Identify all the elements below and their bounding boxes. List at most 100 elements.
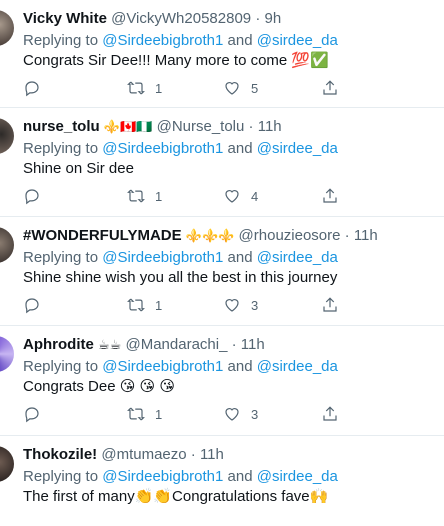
timestamp[interactable]: 11h [258, 118, 282, 135]
tweet-text: Congrats Dee 😘 😘 😘 [23, 378, 175, 395]
retweet-button[interactable]: 1 [127, 295, 162, 315]
tweet[interactable]: Vicky White @VickyWh20582809 · 9h Replyi… [0, 0, 444, 108]
avatar[interactable] [0, 118, 14, 154]
like-button[interactable]: 3 [223, 404, 258, 424]
display-name[interactable]: Thokozile! [23, 446, 97, 463]
tweet-actions: 1 3 [23, 404, 337, 424]
avatar[interactable] [0, 336, 14, 372]
heart-icon [225, 408, 239, 421]
reply-icon [25, 81, 39, 97]
display-name[interactable]: Vicky White [23, 10, 107, 27]
avatar[interactable] [0, 227, 14, 263]
tweet-feed: Vicky White @VickyWh20582809 · 9h Replyi… [0, 0, 444, 526]
replying-prefix: Replying to [23, 468, 103, 485]
share-button[interactable] [321, 78, 339, 98]
avatar[interactable] [0, 10, 14, 46]
tweet[interactable]: #WONDERFULYMADE ⚜️⚜️⚜️ @rhouzieosore · 1… [0, 217, 444, 326]
name-emojis: ⚜️⚜️⚜️ [185, 228, 235, 243]
like-count: 3 [251, 406, 259, 422]
reply-button[interactable] [23, 186, 51, 206]
replying-to: Replying to @Sirdeebigbroth1 and @sirdee… [23, 357, 338, 376]
tweet-text: Shine shine wish you all the best in thi… [23, 269, 338, 286]
like-button[interactable]: 5 [223, 78, 258, 98]
replying-and: and [223, 140, 257, 157]
replying-and: and [223, 32, 257, 49]
share-button[interactable] [321, 295, 339, 315]
tweet-text: Congrats Sir Dee!!! Many more to come 💯✅ [23, 52, 329, 69]
mention-link[interactable]: @Sirdeebigbroth1 [102, 468, 223, 485]
replying-to: Replying to @Sirdeebigbroth1 and @sirdee… [23, 31, 338, 50]
reply-button[interactable] [23, 78, 51, 98]
retweet-button[interactable]: 1 [127, 78, 162, 98]
retweet-count: 1 [155, 80, 163, 96]
tweet[interactable]: Aphrodite ☕☕ @Mandarachi_ · 11h Replying… [0, 326, 444, 436]
separator-dot: · [231, 336, 237, 353]
heart-icon [225, 190, 239, 203]
replying-to: Replying to @Sirdeebigbroth1 and @sirdee… [23, 139, 338, 158]
share-icon [323, 406, 337, 421]
like-count: 3 [251, 297, 259, 313]
replying-to: Replying to @Sirdeebigbroth1 and @sirdee… [23, 467, 338, 486]
share-button[interactable] [321, 404, 339, 424]
replying-and: and [223, 468, 257, 485]
separator-dot: · [248, 118, 254, 135]
like-count: 4 [251, 188, 259, 204]
reply-button[interactable] [23, 295, 51, 315]
mention-link[interactable]: @sirdee_da [257, 249, 338, 266]
tweet[interactable]: nurse_tolu ⚜️🇨🇦🇳🇬 @Nurse_tolu · 11h Repl… [0, 108, 444, 217]
mention-link[interactable]: @Sirdeebigbroth1 [102, 140, 223, 157]
user-handle[interactable]: @mtumaezo [101, 446, 186, 463]
mention-link[interactable]: @sirdee_da [257, 358, 338, 375]
separator-dot: · [344, 227, 350, 244]
tweet[interactable]: Thokozile! @mtumaezo · 11h Replying to @… [0, 436, 444, 526]
share-icon [323, 188, 337, 203]
retweet-icon [127, 298, 145, 312]
display-name[interactable]: Aphrodite [23, 336, 94, 353]
heart-icon [225, 299, 239, 312]
retweet-count: 1 [155, 406, 163, 422]
reply-icon [25, 189, 39, 205]
replying-prefix: Replying to [23, 32, 103, 49]
reply-icon [25, 407, 39, 423]
like-button[interactable]: 4 [223, 186, 258, 206]
replying-prefix: Replying to [23, 140, 103, 157]
display-name[interactable]: nurse_tolu [23, 118, 100, 135]
like-count: 5 [251, 80, 259, 96]
retweet-button[interactable]: 1 [127, 404, 162, 424]
mention-link[interactable]: @Sirdeebigbroth1 [102, 358, 223, 375]
timestamp[interactable]: 11h [200, 446, 224, 463]
retweet-icon [127, 189, 145, 203]
retweet-count: 1 [155, 188, 163, 204]
replying-prefix: Replying to [23, 358, 103, 375]
user-handle[interactable]: @Nurse_tolu [157, 118, 245, 135]
timestamp[interactable]: 9h [264, 10, 281, 27]
replying-and: and [223, 358, 257, 375]
timestamp[interactable]: 11h [241, 336, 265, 353]
heart-icon [225, 82, 239, 95]
replying-and: and [223, 249, 257, 266]
mention-link[interactable]: @sirdee_da [257, 468, 338, 485]
mention-link[interactable]: @sirdee_da [257, 140, 338, 157]
name-emojis: ⚜️🇨🇦🇳🇬 [103, 119, 153, 134]
share-button[interactable] [321, 186, 339, 206]
tweet-text: The first of many👏👏Congratulations fave🙌 [23, 488, 329, 505]
mention-link[interactable]: @sirdee_da [257, 32, 338, 49]
user-handle[interactable]: @Mandarachi_ [125, 336, 227, 353]
retweet-button[interactable]: 1 [127, 186, 162, 206]
share-icon [323, 297, 337, 312]
reply-icon [25, 298, 39, 314]
like-button[interactable]: 3 [223, 295, 258, 315]
reply-button[interactable] [23, 404, 51, 424]
tweet-actions: 1 4 [23, 186, 337, 206]
replying-prefix: Replying to [23, 249, 103, 266]
user-handle[interactable]: @VickyWh20582809 [111, 10, 251, 27]
mention-link[interactable]: @Sirdeebigbroth1 [102, 32, 223, 49]
mention-link[interactable]: @Sirdeebigbroth1 [102, 249, 223, 266]
timestamp[interactable]: 11h [354, 227, 378, 244]
display-name[interactable]: #WONDERFULYMADE [23, 227, 182, 244]
retweet-count: 1 [155, 297, 163, 313]
separator-dot: · [255, 10, 261, 27]
retweet-icon [127, 81, 145, 95]
user-handle[interactable]: @rhouzieosore [239, 227, 341, 244]
avatar[interactable] [0, 446, 14, 482]
